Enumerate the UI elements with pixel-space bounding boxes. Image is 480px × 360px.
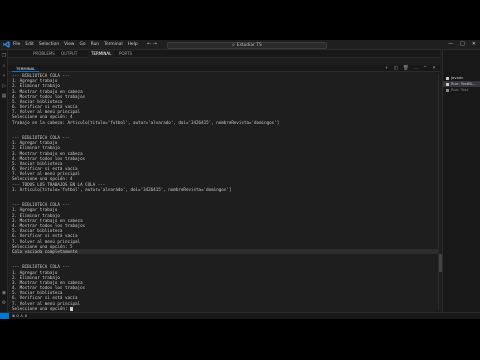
remote-indicator-icon[interactable] (0, 313, 9, 319)
minimize-button[interactable]: — (448, 41, 453, 47)
search-activity-icon[interactable]: ⌕ (1, 63, 7, 69)
new-terminal-icon[interactable]: + (385, 65, 389, 72)
menu-bar: File Edit Selection View Go Run Terminal… (13, 42, 138, 47)
tab-ports[interactable]: PORTS (116, 50, 135, 58)
vscode-logo-icon (3, 41, 10, 48)
menu-edit[interactable]: Edit (25, 42, 34, 47)
menu-view[interactable]: View (64, 42, 74, 47)
maximize-panel-icon[interactable]: ^ (423, 65, 427, 72)
kill-terminal-icon[interactable]: 🗑 (403, 65, 409, 72)
menu-go[interactable]: Go (80, 42, 86, 47)
terminal-tab-label: TERMINAL (16, 66, 36, 71)
status-left: ⊗ 0 ⚠ 0 (12, 313, 27, 319)
problems-status[interactable]: ⊗ 0 ⚠ 0 (12, 313, 27, 319)
activity-bar: ❐ ⌕ ⑂ ▷ ▦ ◉ ⚙ (0, 50, 8, 312)
terminal-cursor (70, 306, 73, 311)
tab-problems[interactable]: PROBLEMS (30, 50, 58, 58)
terminal-toolbar: TERMINAL + ◫ 🗑 … ^ ✕ (8, 65, 440, 72)
menu-help[interactable]: Help (128, 42, 138, 47)
menu-selection[interactable]: Selection (39, 42, 59, 47)
search-label: Estudiar TS (236, 42, 262, 48)
menu-terminal[interactable]: Terminal (104, 42, 123, 47)
terminal-list-panel: javadc Run: TestBi... Run: Test (442, 50, 480, 312)
terminal-icon (446, 88, 449, 92)
terminal-line: Seleccione una opción: (12, 306, 440, 311)
run-debug-icon[interactable]: ▷ (1, 83, 7, 89)
search-icon: ⌕ (232, 42, 235, 48)
terminal-icon (446, 82, 449, 86)
menu-run[interactable]: Run (91, 42, 99, 47)
tab-output-label: OUTPUT (61, 51, 78, 56)
status-bar: ⊗ 0 ⚠ 0 (0, 312, 480, 319)
breadcrumb (8, 58, 440, 65)
panel-tab-strip: PROBLEMS OUTPUT TERMINAL PORTS (8, 50, 440, 58)
terminal-icon (446, 76, 449, 80)
command-center-search[interactable]: ⌕ Estudiar TS (167, 41, 327, 49)
window-controls: — □ ✕ (448, 41, 476, 47)
tab-terminal[interactable]: TERMINAL (88, 50, 115, 58)
terminal-tab-terminal[interactable]: TERMINAL (12, 65, 40, 72)
close-button[interactable]: ✕ (472, 41, 476, 47)
terminal-list-header (443, 50, 480, 57)
tab-problems-label: PROBLEMS (33, 51, 55, 56)
menu-file[interactable]: File (13, 42, 20, 47)
terminal-list-item-label: Run: TestBi... (451, 81, 476, 86)
tab-ports-label: PORTS (119, 51, 133, 56)
extensions-icon[interactable]: ▦ (1, 93, 7, 99)
title-bar: File Edit Selection View Go Run Terminal… (0, 40, 480, 50)
terminal-tools: + ◫ 🗑 … ^ ✕ (385, 65, 436, 72)
terminal-list-item-label: Run: Test (451, 87, 469, 92)
vscode-window: File Edit Selection View Go Run Terminal… (0, 40, 480, 319)
tab-output[interactable]: OUTPUT (58, 50, 80, 58)
terminal-output[interactable]: --- BIBLIOTECA COLA --- 1. Agregar trabaj… (8, 72, 440, 311)
source-control-icon[interactable]: ⑂ (1, 73, 7, 79)
account-icon[interactable]: ◉ (1, 290, 7, 296)
settings-gear-icon[interactable]: ⚙ (1, 300, 7, 306)
explorer-icon[interactable]: ❐ (1, 53, 7, 59)
terminal-list-item-label: javadc (451, 75, 464, 80)
back-arrow-icon[interactable]: ← (147, 41, 151, 47)
forward-arrow-icon[interactable]: → (153, 41, 157, 47)
more-actions-icon[interactable]: … (414, 65, 419, 72)
maximize-button[interactable]: □ (460, 41, 465, 47)
tab-terminal-label: TERMINAL (91, 51, 112, 56)
split-terminal-icon[interactable]: ◫ (394, 65, 398, 72)
navigation-arrows: ← → (147, 41, 157, 47)
terminal-list-item[interactable]: Run: Test (443, 87, 480, 93)
close-panel-icon[interactable]: ✕ (432, 65, 436, 72)
